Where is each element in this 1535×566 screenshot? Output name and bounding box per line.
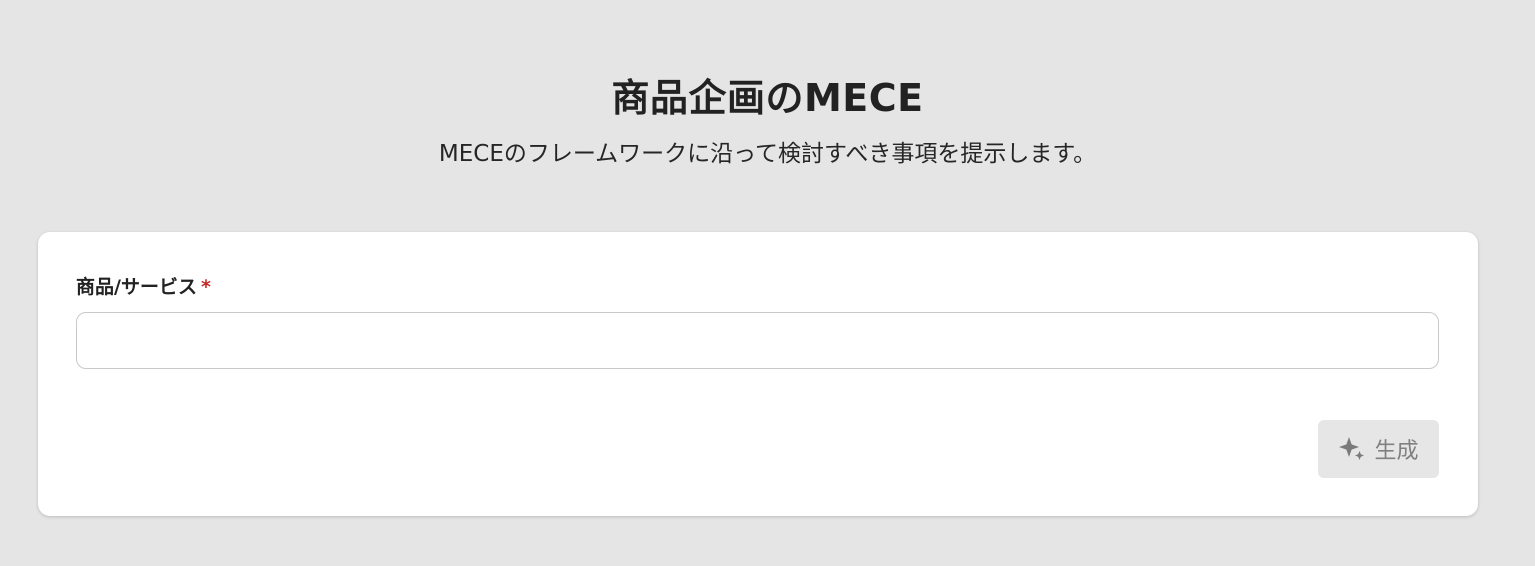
generate-button[interactable]: 生成	[1318, 420, 1439, 478]
product-service-label: 商品/サービス *	[76, 274, 211, 300]
required-mark: *	[200, 276, 211, 298]
field-label-text: 商品/サービス	[76, 276, 197, 298]
product-service-input[interactable]	[76, 312, 1439, 369]
form-card: 商品/サービス * 生成	[38, 232, 1478, 516]
page-subtitle: MECEのフレームワークに沿って検討すべき事項を提示します。	[438, 141, 1097, 167]
page: 商品企画のMECE MECEのフレームワークに沿って検討すべき事項を提示します。…	[0, 0, 1535, 566]
sparkle-icon	[1338, 435, 1366, 463]
generate-button-label: 生成	[1374, 439, 1419, 464]
page-header: 商品企画のMECE MECEのフレームワークに沿って検討すべき事項を提示します。	[0, 70, 1535, 170]
page-title: 商品企画のMECE	[611, 76, 924, 120]
